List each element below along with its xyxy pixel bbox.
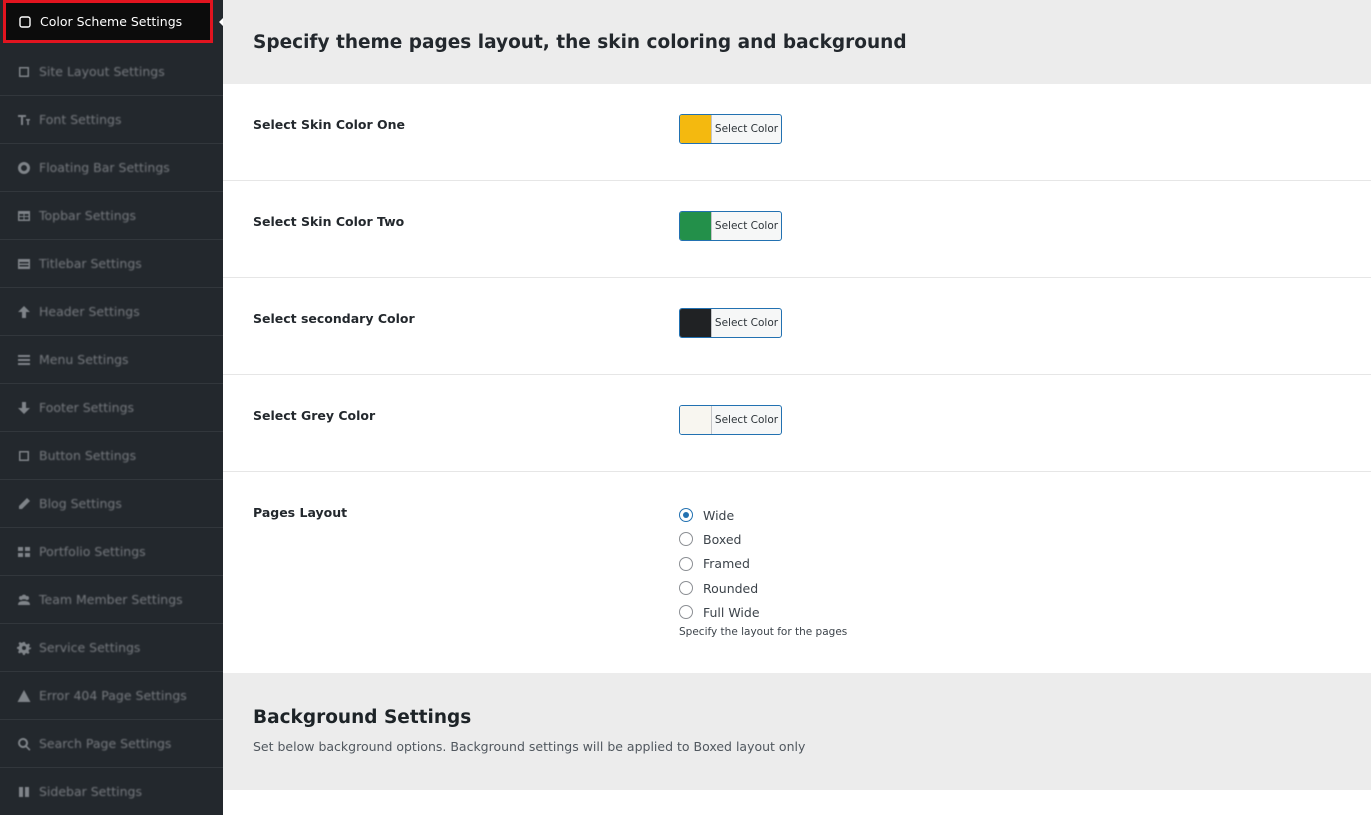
- radio-button[interactable]: [679, 605, 693, 620]
- sidebar-item-error-404[interactable]: Error 404 Page Settings: [0, 672, 223, 720]
- menu-icon: [17, 353, 31, 367]
- warning-icon: [17, 689, 31, 703]
- color-row-skin-two: Select Skin Color Two Select Color: [223, 181, 1371, 278]
- grey-color-picker[interactable]: Select Color: [679, 405, 782, 435]
- sidebar-item-color-scheme[interactable]: Color Scheme Settings: [3, 0, 213, 43]
- sidebar-item-label: Blog Settings: [39, 496, 122, 511]
- radio-option-rounded[interactable]: Rounded: [679, 576, 760, 600]
- field-label: Select Skin Color Two: [253, 214, 405, 229]
- square-icon: [17, 65, 31, 79]
- arrow-up-icon: [17, 305, 31, 319]
- sidebar-item-topbar[interactable]: Topbar Settings: [0, 192, 223, 240]
- select-color-label: Select Color: [714, 123, 779, 135]
- columns-icon: [17, 785, 31, 799]
- color-swatch: [680, 212, 712, 240]
- sidebar-item-label: Floating Bar Settings: [39, 160, 170, 175]
- radio-option-boxed[interactable]: Boxed: [679, 527, 760, 551]
- sidebar-item-label: Topbar Settings: [39, 208, 137, 223]
- sidebar-item-header[interactable]: Header Settings: [0, 288, 223, 336]
- search-icon: [17, 737, 31, 751]
- page-header: Specify theme pages layout, the skin col…: [223, 0, 1371, 84]
- sidebar-item-portfolio[interactable]: Portfolio Settings: [0, 528, 223, 576]
- select-color-label: Select Color: [714, 220, 779, 232]
- sidebar-item-label: Site Layout Settings: [39, 64, 165, 79]
- sidebar-item-site-layout[interactable]: Site Layout Settings: [0, 48, 223, 96]
- sidebar-item-menu[interactable]: Menu Settings: [0, 336, 223, 384]
- sidebar-item-label: Titlebar Settings: [39, 256, 142, 271]
- pencil-icon: [17, 497, 31, 511]
- sidebar-item-blog[interactable]: Blog Settings: [0, 480, 223, 528]
- sidebar-item-label: Menu Settings: [39, 352, 129, 367]
- table-icon: [17, 209, 31, 223]
- radio-button[interactable]: [679, 532, 693, 547]
- sidebar-item-label: Font Settings: [39, 112, 122, 127]
- field-description: Specify the layout for the pages: [679, 626, 848, 638]
- radio-option-wide[interactable]: Wide: [679, 503, 760, 527]
- radio-label: Boxed: [703, 531, 742, 547]
- sidebar-item-label: Error 404 Page Settings: [39, 688, 187, 703]
- field-label: Select Skin Color One: [253, 117, 405, 132]
- field-label: Select secondary Color: [253, 311, 415, 326]
- sidebar-item-search-page[interactable]: Search Page Settings: [0, 720, 223, 768]
- skin-color-two-picker[interactable]: Select Color: [679, 211, 782, 241]
- sidebar-item-label: Team Member Settings: [39, 592, 183, 607]
- radio-option-framed[interactable]: Framed: [679, 552, 760, 576]
- radio-option-full-wide[interactable]: Full Wide: [679, 600, 760, 624]
- radio-button[interactable]: [679, 556, 693, 571]
- color-row-grey: Select Grey Color Select Color: [223, 375, 1371, 472]
- sidebar-item-sidebar[interactable]: Sidebar Settings: [0, 768, 223, 815]
- section-title: Background Settings: [253, 707, 472, 728]
- radio-label: Framed: [703, 556, 750, 572]
- square-icon: [18, 15, 32, 29]
- arrow-down-icon: [17, 401, 31, 415]
- radio-button[interactable]: [679, 508, 693, 523]
- radio-button[interactable]: [679, 581, 693, 596]
- radio-label: Full Wide: [703, 604, 760, 620]
- sidebar-item-floating-bar[interactable]: Floating Bar Settings: [0, 144, 223, 192]
- sidebar-item-label: Sidebar Settings: [39, 784, 143, 799]
- circle-icon: [17, 161, 31, 175]
- radio-label: Wide: [703, 507, 735, 523]
- skin-color-one-picker[interactable]: Select Color: [679, 114, 782, 144]
- sidebar-item-label: Button Settings: [39, 448, 137, 463]
- sidebar-item-label: Search Page Settings: [39, 736, 172, 751]
- gear-icon: [17, 641, 31, 655]
- page-title: Specify theme pages layout, the skin col…: [253, 31, 907, 53]
- sidebar-item-label: Portfolio Settings: [39, 544, 146, 559]
- sidebar-item-service[interactable]: Service Settings: [0, 624, 223, 672]
- sidebar-item-button[interactable]: Button Settings: [0, 432, 223, 480]
- sidebar-item-label: Footer Settings: [39, 400, 135, 415]
- list-icon: [17, 257, 31, 271]
- sidebar-item-font[interactable]: Font Settings: [0, 96, 223, 144]
- section-description: Set below background options. Background…: [253, 739, 806, 754]
- square-icon: [17, 449, 31, 463]
- text-icon: [17, 113, 31, 127]
- field-label: Pages Layout: [253, 505, 348, 520]
- secondary-color-picker[interactable]: Select Color: [679, 308, 782, 338]
- radio-label: Rounded: [703, 580, 759, 596]
- users-icon: [17, 593, 31, 607]
- color-row-skin-one: Select Skin Color One Select Color: [223, 84, 1371, 181]
- sidebar-item-footer[interactable]: Footer Settings: [0, 384, 223, 432]
- select-color-label: Select Color: [714, 414, 779, 426]
- settings-panel: Specify theme pages layout, the skin col…: [223, 0, 1371, 815]
- select-color-label: Select Color: [714, 317, 779, 329]
- grid-icon: [17, 545, 31, 559]
- field-label: Select Grey Color: [253, 408, 376, 423]
- pages-layout-radio-group: Wide Boxed Framed Rounded Full Wide: [679, 503, 760, 624]
- sidebar-item-titlebar[interactable]: Titlebar Settings: [0, 240, 223, 288]
- settings-sidebar: Color Scheme Settings Site Layout Settin…: [0, 0, 223, 815]
- color-row-secondary: Select secondary Color Select Color: [223, 278, 1371, 375]
- background-settings-section: Background Settings Set below background…: [223, 673, 1371, 790]
- pages-layout-row: Pages Layout Wide Boxed Framed Rounded F…: [223, 472, 1371, 673]
- color-swatch: [680, 406, 712, 434]
- sidebar-item-label: Color Scheme Settings: [40, 14, 183, 29]
- sidebar-item-team-member[interactable]: Team Member Settings: [0, 576, 223, 624]
- color-swatch: [680, 115, 712, 143]
- color-swatch: [680, 309, 712, 337]
- sidebar-item-label: Header Settings: [39, 304, 140, 319]
- sidebar-item-label: Service Settings: [39, 640, 141, 655]
